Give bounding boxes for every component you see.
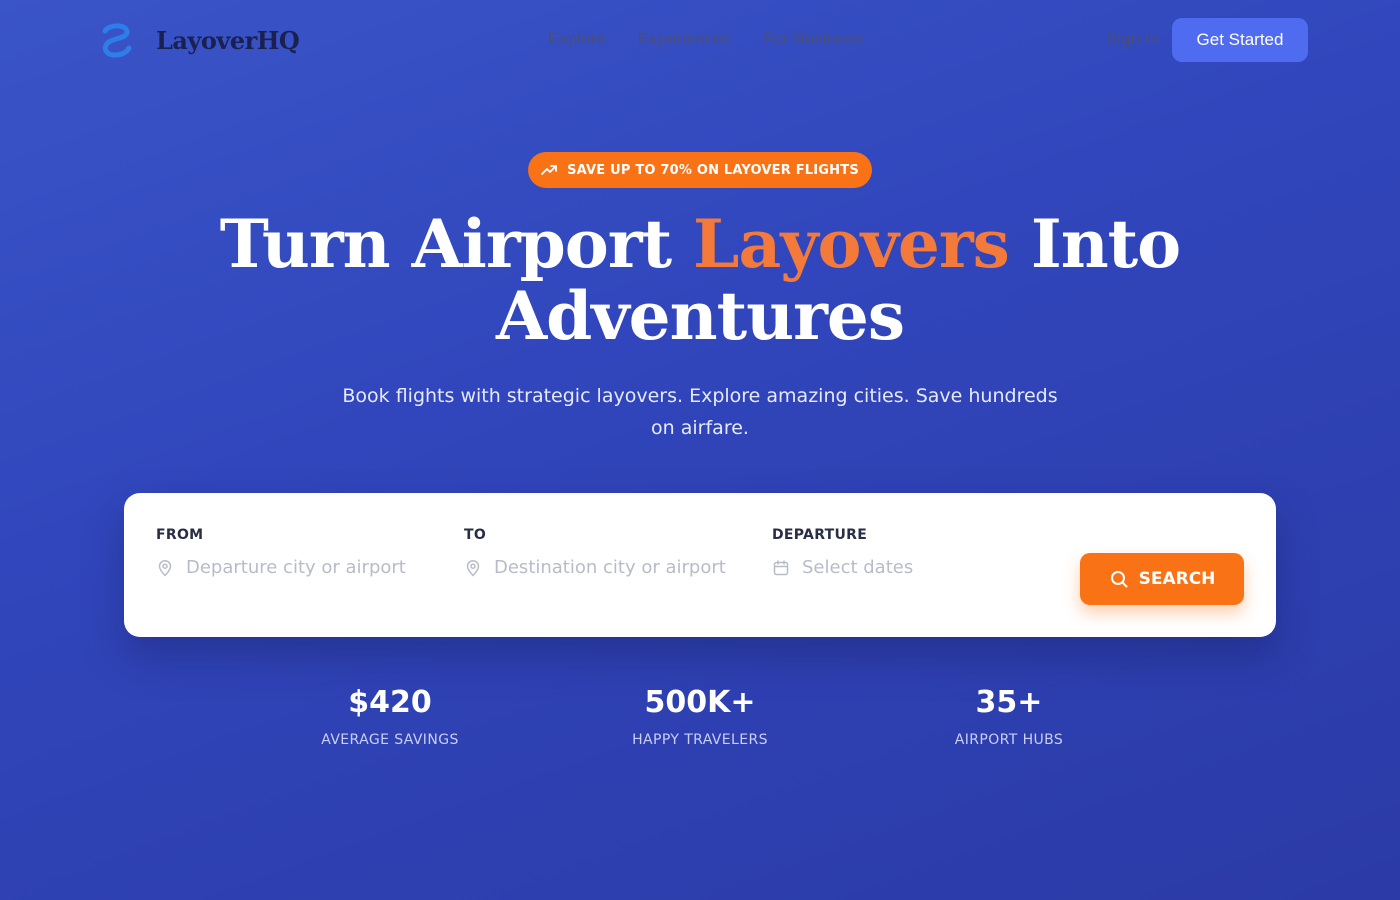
from-input[interactable] (186, 557, 446, 578)
to-label: TO (464, 527, 487, 543)
map-pin-icon (466, 559, 480, 577)
nav-link-experiences[interactable]: Experiences (638, 29, 732, 49)
stat-label: AIRPORT HUBS (954, 732, 1064, 748)
stat-value: 500K+ (644, 685, 756, 720)
stat-value: 35+ (975, 685, 1043, 720)
logo-mark-icon (102, 23, 132, 58)
headline-part1: Turn Airport (219, 205, 694, 283)
stat-label: AVERAGE SAVINGS (321, 732, 459, 748)
nav-link-explore[interactable]: Explore (548, 29, 606, 49)
hero-subtitle: Book flights with strategic layovers. Ex… (342, 385, 1058, 439)
brand-logo[interactable]: LayoverHQ (100, 20, 300, 60)
headline-accent: Layovers (693, 205, 1010, 283)
promo-badge: SAVE UP TO 70% ON LAYOVER FLIGHTS (528, 152, 872, 188)
search-button-label: SEARCH (1138, 569, 1216, 589)
stat-airport-hubs: 35+ AIRPORT HUBS (889, 684, 1129, 748)
stat-average-savings: $420 AVERAGE SAVINGS (270, 684, 510, 748)
from-label: FROM (156, 527, 204, 543)
departure-label: DEPARTURE (772, 527, 868, 543)
nav-link-for-business[interactable]: For Business (763, 29, 862, 49)
trending-up-icon (541, 165, 558, 175)
to-input[interactable] (494, 557, 754, 578)
departure-input[interactable] (802, 557, 1062, 578)
top-navigation: LayoverHQ Explore Experiences For Busine… (0, 0, 1400, 80)
search-button[interactable]: SEARCH (1080, 553, 1244, 605)
flight-search-card: FROM TO DEPARTURE (124, 493, 1276, 637)
map-pin-icon (158, 559, 172, 577)
hero-headline: Turn Airport Layovers Into Adventures (0, 208, 1400, 352)
to-field: TO (464, 527, 754, 578)
nav-links: Explore Experiences For Business (548, 29, 862, 49)
stat-value: $420 (348, 685, 432, 720)
stat-happy-travelers: 500K+ HAPPY TRAVELERS (580, 684, 820, 748)
get-started-button[interactable]: Get Started (1172, 18, 1308, 62)
headline-part2: Into (1008, 205, 1181, 283)
calendar-icon (773, 559, 789, 575)
search-icon (1110, 571, 1128, 588)
departure-field: DEPARTURE (772, 527, 1062, 578)
sign-in-link[interactable]: Sign In (1106, 29, 1159, 49)
promo-badge-text: SAVE UP TO 70% ON LAYOVER FLIGHTS (567, 162, 859, 178)
stat-label: HAPPY TRAVELERS (632, 732, 768, 748)
headline-line2: Adventures (495, 277, 905, 355)
from-field: FROM (156, 527, 446, 578)
brand-name: LayoverHQ (156, 25, 300, 55)
